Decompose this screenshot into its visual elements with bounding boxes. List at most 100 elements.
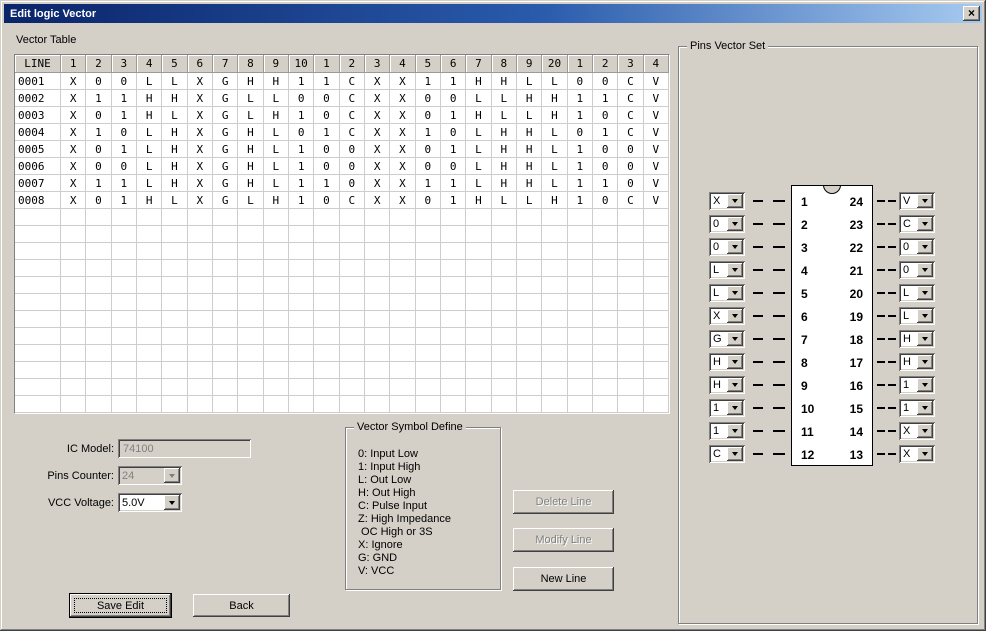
vector-value-cell[interactable]: H: [542, 107, 567, 124]
vector-value-cell[interactable]: H: [492, 73, 517, 90]
vector-value-cell[interactable]: H: [162, 175, 187, 192]
chevron-down-icon[interactable]: [917, 355, 933, 369]
pin-20-value-combo[interactable]: L: [899, 284, 935, 302]
vector-value-cell[interactable]: X: [365, 73, 390, 90]
vector-value-cell[interactable]: 1: [314, 175, 339, 192]
vector-value-cell[interactable]: X: [188, 107, 213, 124]
pin-14-value-combo[interactable]: X: [899, 422, 935, 440]
vcc-voltage-combo[interactable]: 5.0V: [118, 493, 182, 512]
vector-value-cell[interactable]: 0: [416, 192, 441, 209]
vector-value-cell[interactable]: X: [365, 158, 390, 175]
vector-value-cell[interactable]: C: [340, 107, 365, 124]
vector-value-cell[interactable]: 0: [112, 158, 137, 175]
vector-value-cell[interactable]: 0: [593, 192, 618, 209]
vector-value-cell[interactable]: 1: [568, 175, 593, 192]
pin-7-value-combo[interactable]: G: [709, 330, 745, 348]
vector-value-cell[interactable]: L: [264, 90, 289, 107]
vector-value-cell[interactable]: L: [162, 192, 187, 209]
chevron-down-icon[interactable]: [917, 378, 933, 392]
vector-value-cell[interactable]: H: [517, 141, 542, 158]
pin-9-value-combo[interactable]: H: [709, 376, 745, 394]
vector-value-cell[interactable]: 0: [568, 124, 593, 141]
vector-value-cell[interactable]: 0: [416, 158, 441, 175]
vector-value-cell[interactable]: L: [517, 107, 542, 124]
vector-value-cell[interactable]: 1: [568, 141, 593, 158]
vector-value-cell[interactable]: X: [365, 124, 390, 141]
vector-value-cell[interactable]: 0: [593, 141, 618, 158]
vector-value-cell[interactable]: V: [644, 158, 669, 175]
vector-value-cell[interactable]: L: [137, 141, 162, 158]
vector-value-cell[interactable]: 0: [314, 158, 339, 175]
vector-value-cell[interactable]: 0: [340, 158, 365, 175]
vector-value-cell[interactable]: X: [188, 192, 213, 209]
vector-value-cell[interactable]: V: [644, 124, 669, 141]
vector-value-cell[interactable]: X: [61, 107, 86, 124]
pin-10-value-combo[interactable]: 1: [709, 399, 745, 417]
vector-value-cell[interactable]: H: [238, 158, 263, 175]
vector-value-cell[interactable]: X: [61, 124, 86, 141]
vector-value-cell[interactable]: H: [517, 158, 542, 175]
vector-value-cell[interactable]: L: [492, 90, 517, 107]
vector-value-cell[interactable]: X: [188, 73, 213, 90]
vector-value-cell[interactable]: 1: [112, 107, 137, 124]
vector-value-cell[interactable]: X: [390, 73, 415, 90]
vector-value-cell[interactable]: 1: [86, 90, 111, 107]
chevron-down-icon[interactable]: [727, 240, 743, 254]
vector-value-cell[interactable]: 1: [112, 192, 137, 209]
vector-value-cell[interactable]: H: [492, 124, 517, 141]
vector-value-cell[interactable]: X: [188, 124, 213, 141]
vector-value-cell[interactable]: L: [542, 158, 567, 175]
table-row[interactable]: 0005X01LHXGHL100XX01LHHL100V: [15, 141, 669, 158]
vector-value-cell[interactable]: L: [137, 175, 162, 192]
vector-value-cell[interactable]: 1: [593, 175, 618, 192]
vector-value-cell[interactable]: L: [542, 141, 567, 158]
vector-value-cell[interactable]: 0: [86, 158, 111, 175]
vector-value-cell[interactable]: X: [61, 73, 86, 90]
table-row[interactable]: 0001X00LLXGHH11CXX11HHLL00CV: [15, 73, 669, 90]
pin-23-value-combo[interactable]: C: [899, 215, 935, 233]
vector-value-cell[interactable]: 1: [416, 175, 441, 192]
vector-value-cell[interactable]: X: [365, 192, 390, 209]
vector-value-cell[interactable]: H: [137, 107, 162, 124]
vector-value-cell[interactable]: 1: [289, 73, 314, 90]
vector-value-cell[interactable]: X: [61, 175, 86, 192]
vector-value-cell[interactable]: 0: [112, 73, 137, 90]
vector-value-cell[interactable]: X: [365, 107, 390, 124]
vector-value-cell[interactable]: 0: [618, 175, 643, 192]
vector-value-cell[interactable]: H: [517, 124, 542, 141]
vector-value-cell[interactable]: 0: [416, 141, 441, 158]
vector-value-cell[interactable]: 1: [416, 73, 441, 90]
vector-value-cell[interactable]: H: [264, 107, 289, 124]
pin-5-value-combo[interactable]: L: [709, 284, 745, 302]
vector-value-cell[interactable]: 1: [289, 141, 314, 158]
vector-value-cell[interactable]: H: [162, 124, 187, 141]
pin-18-value-combo[interactable]: H: [899, 330, 935, 348]
vector-value-cell[interactable]: 1: [568, 192, 593, 209]
vector-value-cell[interactable]: H: [492, 158, 517, 175]
vector-value-cell[interactable]: H: [264, 192, 289, 209]
chevron-down-icon[interactable]: [727, 401, 743, 415]
chevron-down-icon[interactable]: [917, 240, 933, 254]
pin-11-value-combo[interactable]: 1: [709, 422, 745, 440]
vector-value-cell[interactable]: 0: [314, 141, 339, 158]
vector-value-cell[interactable]: X: [188, 175, 213, 192]
vector-value-cell[interactable]: 0: [86, 192, 111, 209]
vector-value-cell[interactable]: V: [644, 141, 669, 158]
chevron-down-icon[interactable]: [727, 355, 743, 369]
vector-value-cell[interactable]: 0: [593, 107, 618, 124]
vector-value-cell[interactable]: X: [390, 107, 415, 124]
vector-value-cell[interactable]: X: [390, 141, 415, 158]
vector-value-cell[interactable]: G: [213, 90, 238, 107]
vector-value-cell[interactable]: L: [492, 192, 517, 209]
vector-value-cell[interactable]: 1: [593, 90, 618, 107]
vector-value-cell[interactable]: H: [517, 90, 542, 107]
vector-value-cell[interactable]: 0: [340, 141, 365, 158]
chevron-down-icon[interactable]: [727, 378, 743, 392]
vector-value-cell[interactable]: L: [137, 73, 162, 90]
vector-value-cell[interactable]: 1: [112, 175, 137, 192]
vector-value-cell[interactable]: X: [365, 175, 390, 192]
vector-value-cell[interactable]: G: [213, 107, 238, 124]
chevron-down-icon[interactable]: [917, 447, 933, 461]
vector-value-cell[interactable]: 1: [112, 90, 137, 107]
vector-value-cell[interactable]: 0: [593, 73, 618, 90]
